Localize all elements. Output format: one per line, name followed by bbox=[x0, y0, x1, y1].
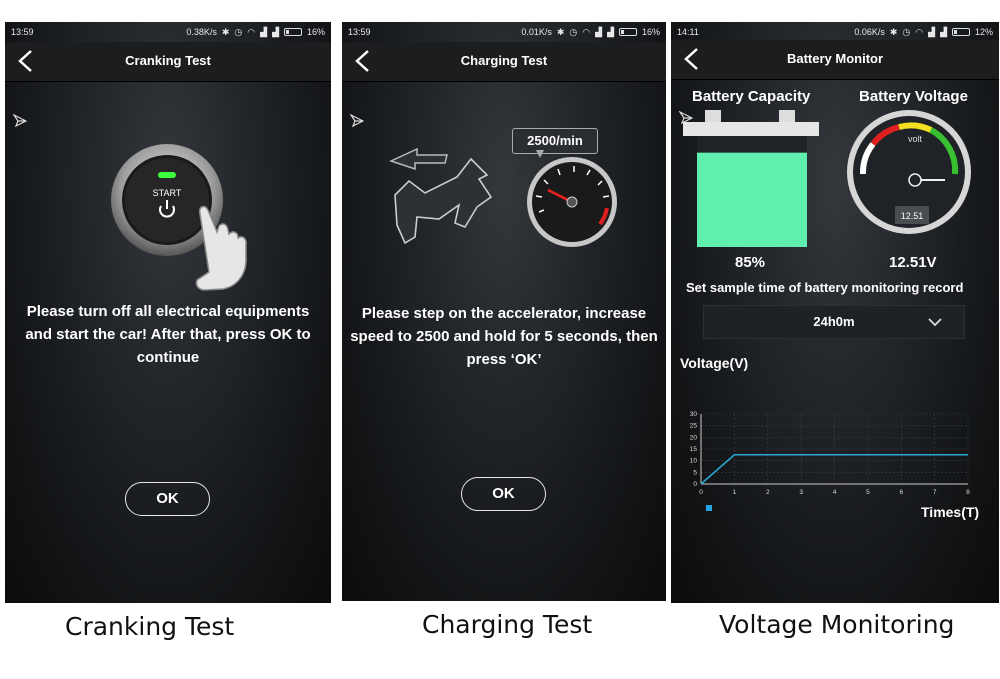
send-icon[interactable] bbox=[13, 114, 27, 128]
charging-test-screen: 13:59 0.01K/s ✱ ◷ ◠ ▟ ▟ 16% Charging Tes… bbox=[342, 22, 666, 601]
accelerator-pedal-icon bbox=[388, 147, 493, 245]
tachometer-gauge bbox=[527, 150, 617, 247]
status-time: 13:59 bbox=[11, 27, 34, 37]
signal-icon: ▟ bbox=[928, 27, 936, 37]
wifi-icon: ◠ bbox=[915, 27, 924, 37]
gauge-unit: volt bbox=[908, 134, 923, 144]
cranking-test-screen: 13:59 0.38K/s ✱ ◷ ◠ ▟ ▟ 16% Cranking Tes… bbox=[5, 22, 331, 603]
x-tick-label: 6 bbox=[899, 489, 903, 496]
y-tick-label: 30 bbox=[690, 411, 698, 418]
battery-icon bbox=[618, 28, 637, 36]
y-tick-label: 10 bbox=[690, 458, 698, 465]
start-label: START bbox=[153, 188, 182, 198]
title-bar: Battery Monitor bbox=[671, 40, 999, 80]
battery-monitor-screen: 14:11 0.06K/s ✱ ◷ ◠ ▟ ▟ 12% Battery Moni… bbox=[671, 22, 999, 603]
capacity-title: Battery Capacity bbox=[692, 88, 811, 105]
y-tick-label: 25 bbox=[690, 423, 698, 430]
x-tick-label: 0 bbox=[699, 489, 703, 496]
capacity-value: 85% bbox=[735, 254, 766, 271]
status-battery: 16% bbox=[641, 27, 660, 37]
instruction-text: Please step on the accelerator, increase… bbox=[350, 305, 658, 368]
ok-button[interactable]: OK bbox=[461, 477, 546, 511]
battery-level-fill bbox=[697, 152, 807, 247]
y-tick-label: 20 bbox=[690, 434, 698, 441]
page-title: Battery Monitor bbox=[786, 51, 884, 66]
y-tick-label: 0 bbox=[693, 481, 697, 488]
status-bar: 13:59 0.38K/s ✱ ◷ ◠ ▟ ▟ 16% bbox=[5, 22, 331, 42]
voltage-value: 12.51V bbox=[889, 254, 937, 271]
instruction-text: Please turn off all electrical equipment… bbox=[25, 303, 311, 366]
wifi-icon: ◠ bbox=[582, 27, 591, 37]
title-bar: Charging Test bbox=[342, 42, 666, 82]
battery-capacity-graphic bbox=[683, 110, 819, 247]
x-tick-label: 5 bbox=[866, 489, 870, 496]
status-battery: 12% bbox=[974, 27, 993, 37]
status-led bbox=[158, 172, 176, 178]
status-speed: 0.01K/s bbox=[521, 27, 552, 37]
wifi-icon: ◠ bbox=[247, 27, 256, 37]
start-button-illustration: START bbox=[111, 144, 247, 291]
page-title: Charging Test bbox=[460, 53, 548, 68]
signal-icon-2: ▟ bbox=[272, 27, 279, 37]
bluetooth-icon: ✱ bbox=[221, 27, 230, 37]
x-tick-label: 8 bbox=[966, 489, 970, 496]
caption-voltage: Voltage Monitoring bbox=[719, 610, 955, 639]
signal-icon-2: ▟ bbox=[940, 27, 947, 37]
caption-charging: Charging Test bbox=[422, 610, 593, 639]
signal-icon-2: ▟ bbox=[607, 27, 614, 37]
chevron-down-icon bbox=[928, 318, 942, 327]
back-arrow-icon[interactable] bbox=[681, 47, 705, 71]
caption-cranking: Cranking Test bbox=[65, 612, 235, 641]
x-tick-label: 1 bbox=[733, 489, 737, 496]
sample-time-dropdown[interactable]: 24h0m bbox=[703, 305, 965, 339]
x-tick-label: 2 bbox=[766, 489, 770, 496]
chart-x-label: Times(T) bbox=[921, 504, 980, 520]
gauge-readout: 12.51 bbox=[901, 211, 924, 221]
battery-icon bbox=[951, 28, 970, 36]
y-tick-label: 5 bbox=[693, 469, 697, 476]
status-bar: 14:11 0.06K/s ✱ ◷ ◠ ▟ ▟ 12% bbox=[671, 22, 999, 42]
sample-time-label: Set sample time of battery monitoring re… bbox=[686, 280, 964, 295]
signal-icon: ▟ bbox=[595, 27, 603, 37]
status-time: 14:11 bbox=[677, 27, 699, 37]
send-icon[interactable] bbox=[350, 114, 364, 128]
alarm-icon: ◷ bbox=[902, 27, 911, 37]
y-tick-label: 15 bbox=[690, 446, 698, 453]
status-speed: 0.06K/s bbox=[854, 27, 885, 37]
hand-pointer-icon bbox=[195, 205, 247, 291]
status-battery: 16% bbox=[306, 27, 325, 37]
status-time: 13:59 bbox=[348, 27, 371, 37]
back-arrow-icon[interactable] bbox=[15, 49, 39, 73]
x-tick-label: 4 bbox=[833, 489, 837, 496]
battery-icon bbox=[283, 28, 302, 36]
chart-y-label: Voltage(V) bbox=[680, 355, 749, 371]
ok-button[interactable]: OK bbox=[125, 482, 210, 516]
x-tick-label: 3 bbox=[799, 489, 803, 496]
legend-swatch bbox=[706, 505, 712, 511]
status-speed: 0.38K/s bbox=[186, 27, 217, 37]
alarm-icon: ◷ bbox=[234, 27, 243, 37]
voltage-title: Battery Voltage bbox=[859, 88, 968, 105]
sample-time-value: 24h0m bbox=[813, 314, 855, 329]
x-tick-label: 7 bbox=[933, 489, 937, 496]
title-bar: Cranking Test bbox=[5, 42, 331, 82]
signal-icon: ▟ bbox=[260, 27, 268, 37]
bluetooth-icon: ✱ bbox=[556, 27, 565, 37]
bluetooth-icon: ✱ bbox=[889, 27, 898, 37]
alarm-icon: ◷ bbox=[569, 27, 578, 37]
status-bar: 13:59 0.01K/s ✱ ◷ ◠ ▟ ▟ 16% bbox=[342, 22, 666, 42]
back-arrow-icon[interactable] bbox=[352, 49, 376, 73]
page-title: Cranking Test bbox=[125, 53, 211, 68]
voltage-gauge: volt 12.51 bbox=[847, 110, 971, 234]
